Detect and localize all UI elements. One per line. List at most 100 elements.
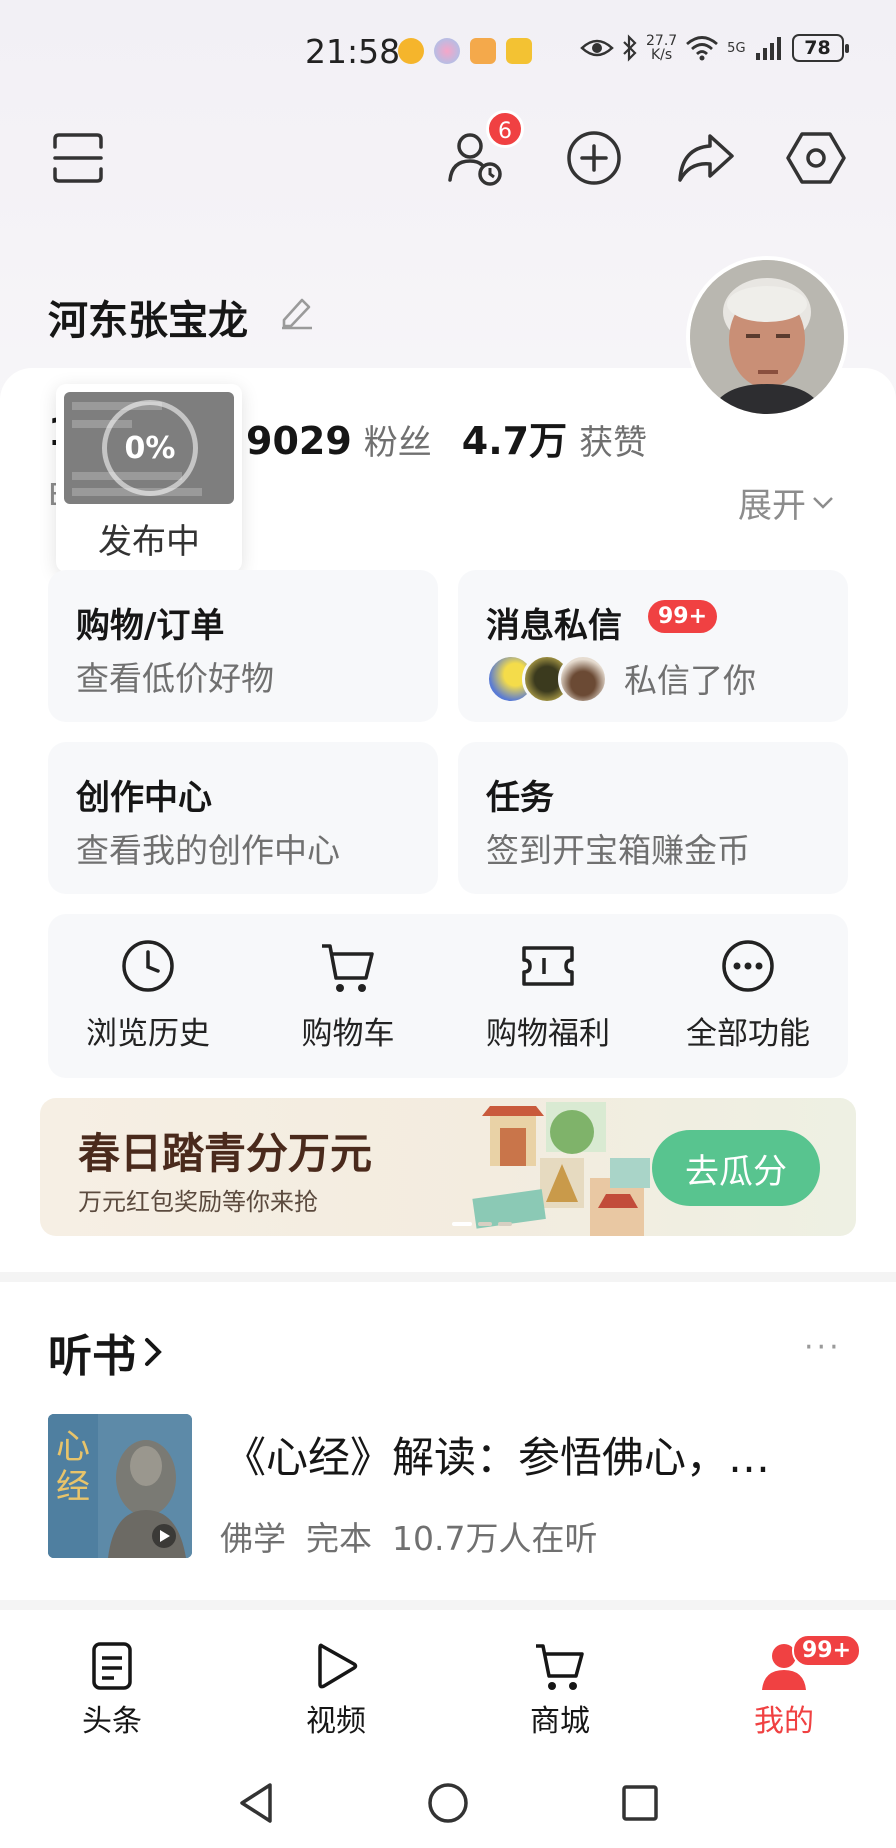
banner-dot	[452, 1222, 472, 1226]
promo-banner[interactable]: 春日踏青分万元 万元红包奖励等你来抢 去瓜分	[40, 1098, 856, 1236]
tools-row: 浏览历史 购物车 购物福利 全部功能	[48, 914, 848, 1078]
tool-all-functions[interactable]: 全部功能	[648, 914, 848, 1078]
banner-claim-button[interactable]: 去瓜分	[652, 1130, 820, 1206]
scan-icon[interactable]	[46, 126, 110, 190]
battery-indicator: 78	[791, 34, 849, 62]
banner-pagination	[452, 1222, 512, 1226]
shopping-orders-subtitle: 查看低价好物	[76, 659, 274, 698]
net-speed-unit: K/s	[650, 47, 673, 63]
shopping-orders-card[interactable]: 购物/订单 查看低价好物	[48, 570, 438, 722]
publishing-thumbnail: 0%	[64, 392, 234, 504]
audiobook-title-label: 听书	[48, 1331, 136, 1382]
nav-label: 商城	[530, 1704, 590, 1739]
share-icon[interactable]	[674, 126, 738, 190]
status-bar: 21:58 27.7 K/s 5G 78	[0, 0, 896, 104]
tasks-subtitle: 签到开宝箱赚金币	[486, 831, 750, 870]
add-icon[interactable]	[562, 126, 626, 190]
nav-label: 我的	[754, 1704, 814, 1739]
back-icon[interactable]	[236, 1781, 276, 1825]
nav-item-video[interactable]: 视频	[224, 1640, 448, 1740]
banner-subtitle: 万元红包奖励等你来抢	[78, 1188, 318, 1216]
tool-browse-history[interactable]: 浏览历史	[48, 914, 248, 1078]
tool-label: 全部功能	[686, 1016, 810, 1052]
gallery-notification-icon	[434, 38, 460, 64]
tool-shopping-cart[interactable]: 购物车	[248, 914, 448, 1078]
shopping-orders-title: 购物/订单	[76, 606, 225, 646]
eye-icon	[580, 39, 614, 57]
banner-illustration	[472, 1102, 650, 1236]
tasks-title: 任务	[486, 778, 554, 818]
book-status: 完本	[306, 1519, 372, 1558]
settings-icon[interactable]	[784, 126, 848, 190]
home-icon[interactable]	[426, 1781, 470, 1825]
bluetooth-icon	[623, 34, 637, 62]
net-speed-value: 27.7	[646, 33, 678, 49]
status-app-icons	[398, 38, 532, 64]
svg-text:心: 心	[56, 1427, 90, 1467]
creator-center-card[interactable]: 创作中心 查看我的创作中心	[48, 742, 438, 894]
book-title[interactable]: 《心经》解读：参悟佛心，…	[224, 1424, 844, 1485]
signal-label: 5G	[727, 40, 746, 56]
more-options-icon[interactable]: ···	[804, 1330, 842, 1365]
tasks-card[interactable]: 任务 签到开宝箱赚金币	[458, 742, 848, 894]
recents-icon[interactable]	[620, 1783, 660, 1823]
cart-icon	[536, 1644, 584, 1690]
book-cover[interactable]: 心 经	[48, 1414, 192, 1558]
news-icon	[92, 1642, 132, 1690]
book-listeners: 10.7万人在听	[392, 1519, 598, 1558]
tool-label: 购物车	[301, 1016, 395, 1052]
likes-count[interactable]: 4.7万	[462, 410, 567, 465]
banner-title: 春日踏青分万元	[78, 1129, 373, 1178]
nav-item-headlines[interactable]: 头条	[0, 1640, 224, 1740]
nav-label: 头条	[82, 1704, 142, 1739]
friend-visitors-badge: 6	[486, 110, 524, 148]
book-category: 佛学	[220, 1519, 286, 1558]
status-time: 21:58	[305, 32, 401, 71]
chevron-right-icon	[145, 1338, 162, 1366]
signal-bars-icon	[755, 37, 781, 60]
publishing-progress: 0%	[102, 400, 198, 496]
weibo-notification-icon	[398, 38, 424, 64]
likes-label[interactable]: 获赞	[579, 415, 647, 464]
section-divider	[0, 1600, 896, 1610]
chat-notification-icon	[470, 38, 496, 64]
messages-card[interactable]: 消息私信 99+ 私信了你	[458, 570, 848, 722]
nav-item-mine[interactable]: 我的 99+	[672, 1634, 896, 1740]
publishing-status[interactable]: 0% 发布中	[56, 384, 242, 572]
tool-label: 浏览历史	[86, 1016, 210, 1052]
messages-text: 私信了你	[624, 661, 756, 700]
status-indicators: 27.7 K/s 5G 78	[580, 34, 849, 62]
messages-badge: 99+	[648, 600, 718, 633]
banner-dot	[478, 1222, 492, 1226]
profile-stats: 9029 粉丝 4.7万 获赞	[246, 410, 665, 465]
fans-label[interactable]: 粉丝	[364, 415, 432, 464]
clock-icon	[122, 940, 174, 992]
svg-text:经: 经	[56, 1467, 90, 1507]
book-meta: 佛学 完本 10.7万人在听	[220, 1512, 597, 1560]
messages-title: 消息私信	[486, 606, 622, 646]
chevron-down-icon	[813, 496, 833, 509]
nav-item-mall[interactable]: 商城	[448, 1640, 672, 1740]
username: 河东张宝龙	[48, 298, 248, 344]
expand-button[interactable]: 展开	[738, 478, 834, 527]
fans-count[interactable]: 9029	[246, 419, 352, 463]
system-navigation	[0, 1770, 896, 1836]
wifi-icon	[686, 36, 719, 61]
nav-mine-badge: 99+	[792, 1634, 862, 1667]
message-avatars	[486, 654, 608, 704]
edit-name-icon[interactable]	[278, 292, 318, 332]
cart-icon	[322, 944, 374, 992]
net-speed: 27.7 K/s	[646, 34, 677, 62]
bottom-nav: 头条 视频 商城 我的 99+	[0, 1634, 896, 1740]
avatar[interactable]	[686, 256, 848, 418]
tool-label: 购物福利	[486, 1016, 610, 1052]
message-avatar	[558, 654, 608, 704]
banner-dot	[498, 1222, 512, 1226]
audiobook-section-title[interactable]: 听书	[48, 1320, 162, 1384]
creator-center-subtitle: 查看我的创作中心	[76, 831, 340, 870]
ticket-icon	[522, 946, 574, 986]
more-circle-icon	[722, 940, 774, 992]
friend-visitors-icon[interactable]: 6	[444, 110, 524, 190]
tool-shopping-benefits[interactable]: 购物福利	[448, 914, 648, 1078]
nav-label: 视频	[306, 1704, 366, 1739]
